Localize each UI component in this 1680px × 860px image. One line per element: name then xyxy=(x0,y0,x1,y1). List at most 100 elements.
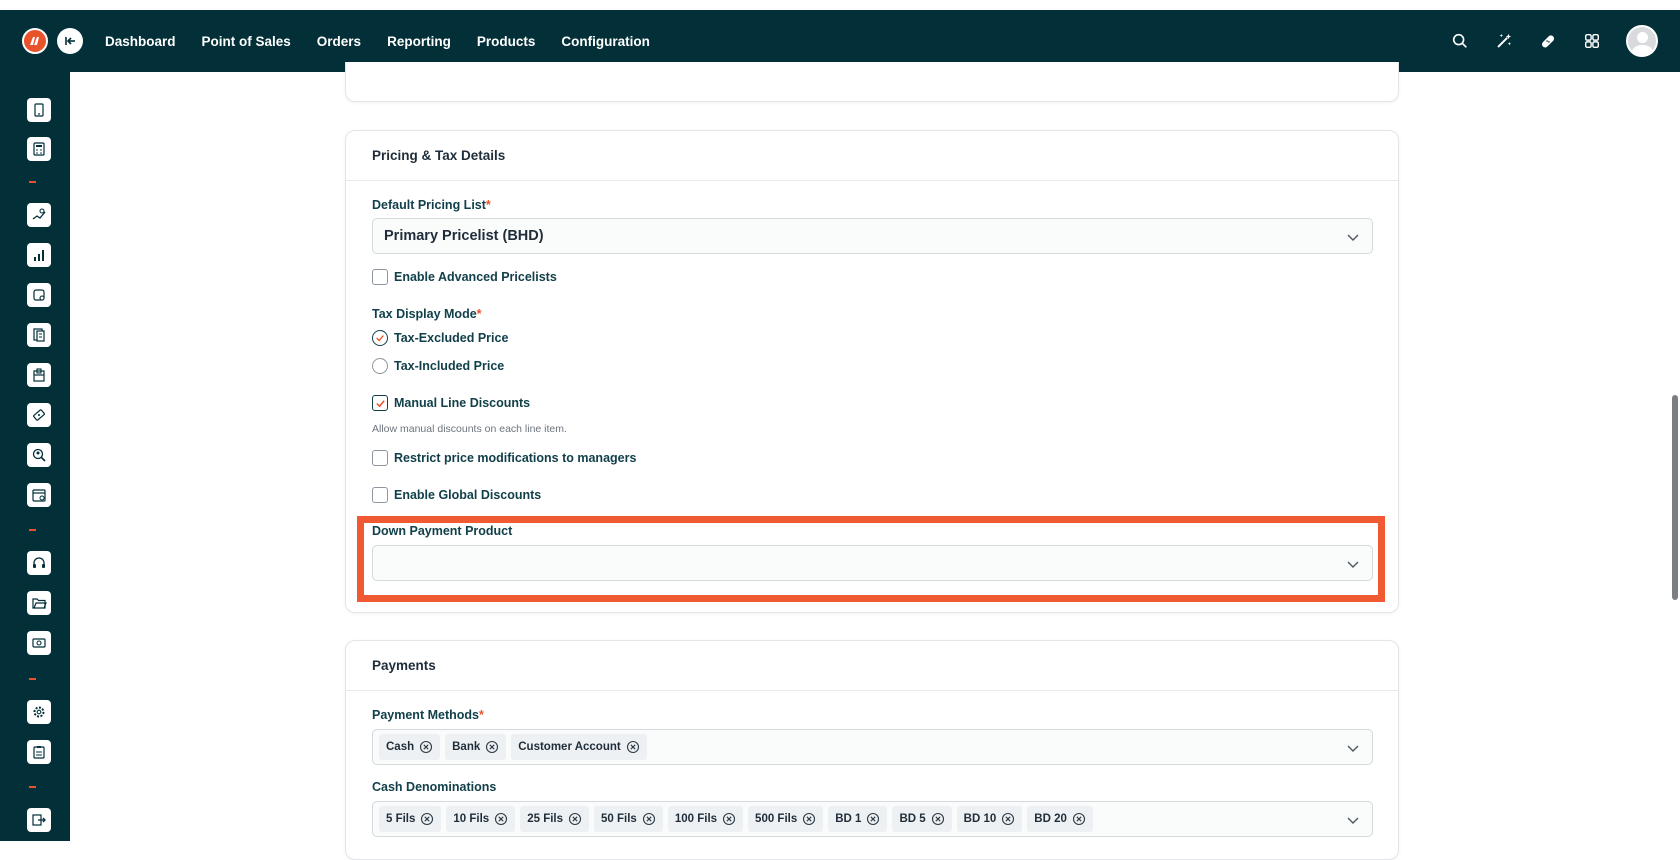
remove-tag-icon[interactable] xyxy=(485,740,499,754)
nav-dashboard[interactable]: Dashboard xyxy=(92,34,189,49)
user-avatar[interactable] xyxy=(1626,25,1658,57)
cash-denominations-select[interactable]: 5 Fils 10 Fils 25 Fils 50 Fils 100 Fils 500 F… xyxy=(372,801,1373,837)
remove-tag-icon[interactable] xyxy=(642,812,656,826)
restrict-price-checkbox[interactable]: Restrict price modifications to managers xyxy=(372,450,636,466)
magic-wand-icon[interactable] xyxy=(1494,31,1514,51)
tag-denomination: BD 20 xyxy=(1027,806,1093,832)
payments-title: Payments xyxy=(346,641,1398,691)
sidebar-clipboard-icon[interactable] xyxy=(27,740,51,764)
sidebar-support-icon[interactable] xyxy=(27,551,51,575)
bandage-icon[interactable] xyxy=(1538,31,1558,51)
denomination-tags: 5 Fils 10 Fils 25 Fils 50 Fils 100 Fils 500 F… xyxy=(379,806,1093,832)
nav-configuration[interactable]: Configuration xyxy=(548,34,662,49)
tax-excluded-radio[interactable]: Tax-Excluded Price xyxy=(372,330,508,346)
default-pricing-value: Primary Pricelist (BHD) xyxy=(384,228,544,244)
sidebar-customer-search-icon[interactable] xyxy=(27,443,51,467)
checkbox-box[interactable] xyxy=(372,487,388,503)
tag-denomination: 100 Fils xyxy=(667,806,744,832)
sidebar-folder-icon[interactable] xyxy=(27,591,51,615)
default-pricing-label: Default Pricing List* xyxy=(372,198,491,212)
sidebar-settings-icon[interactable] xyxy=(27,700,51,724)
sidebar-sales-icon[interactable] xyxy=(27,203,51,227)
apps-grid-icon[interactable] xyxy=(1582,31,1602,51)
page-scrollbar[interactable] xyxy=(1672,395,1678,600)
tag-denomination: 500 Fils xyxy=(748,806,824,832)
remove-tag-icon[interactable] xyxy=(802,812,816,826)
remove-tag-icon[interactable] xyxy=(420,812,434,826)
down-payment-label: Down Payment Product xyxy=(372,524,513,538)
remove-tag-icon[interactable] xyxy=(722,812,736,826)
payment-methods-select[interactable]: Cash Bank Customer Account xyxy=(372,729,1373,765)
tax-included-label: Tax-Included Price xyxy=(394,359,505,373)
tag-denomination: BD 1 xyxy=(828,806,888,832)
check-icon xyxy=(375,399,385,407)
sidebar-box-icon[interactable] xyxy=(27,363,51,387)
previous-section-card xyxy=(345,62,1399,102)
checkbox-checked[interactable] xyxy=(372,395,388,411)
tax-included-radio[interactable]: Tax-Included Price xyxy=(372,358,504,374)
sidebar-divider xyxy=(29,181,36,183)
app-logo-icon[interactable] xyxy=(22,28,48,54)
nav-reporting[interactable]: Reporting xyxy=(374,34,464,49)
radio-unchecked[interactable] xyxy=(372,358,388,374)
nav-orders[interactable]: Orders xyxy=(304,34,374,49)
sidebar-calendar-icon[interactable] xyxy=(27,483,51,507)
denomination-label: 500 Fils xyxy=(755,813,798,825)
cash-denominations-label: Cash Denominations xyxy=(372,780,497,794)
nav-point-of-sales[interactable]: Point of Sales xyxy=(189,34,304,49)
tag-denomination: 50 Fils xyxy=(594,806,663,832)
checkbox-box[interactable] xyxy=(372,450,388,466)
radio-checked[interactable] xyxy=(372,330,388,346)
tax-mode-label: Tax Display Mode* xyxy=(372,307,482,321)
denomination-label: BD 20 xyxy=(1034,813,1067,825)
pricing-tax-title: Pricing & Tax Details xyxy=(346,131,1398,181)
sidebar-logout-icon[interactable] xyxy=(27,808,51,832)
denomination-label: 50 Fils xyxy=(601,813,637,825)
left-sidebar xyxy=(0,72,70,841)
remove-tag-icon[interactable] xyxy=(494,812,508,826)
payments-card: Payments Payment Methods* Cash Bank Cust… xyxy=(345,640,1399,860)
global-discounts-checkbox[interactable]: Enable Global Discounts xyxy=(372,487,541,503)
sidebar-orders-icon[interactable] xyxy=(27,283,51,307)
sidebar-collapse-button[interactable] xyxy=(57,28,83,54)
sidebar-chart-icon[interactable] xyxy=(27,243,51,267)
top-band xyxy=(0,0,1680,10)
sidebar-divider xyxy=(29,786,36,788)
sidebar-tag-icon[interactable] xyxy=(27,403,51,427)
remove-tag-icon[interactable] xyxy=(568,812,582,826)
manual-discounts-help: Allow manual discounts on each line item… xyxy=(372,423,567,435)
chevron-down-icon xyxy=(1347,561,1359,568)
remove-tag-icon[interactable] xyxy=(866,812,880,826)
denomination-label: BD 1 xyxy=(835,813,862,825)
tag-denomination: BD 10 xyxy=(956,806,1023,832)
sidebar-cash-icon[interactable] xyxy=(27,631,51,655)
restrict-price-label: Restrict price modifications to managers xyxy=(394,451,637,465)
remove-tag-icon[interactable] xyxy=(626,740,640,754)
sidebar-divider xyxy=(29,678,36,680)
sidebar-tablet-icon[interactable] xyxy=(27,98,51,122)
down-payment-select[interactable] xyxy=(372,545,1373,581)
checkbox-box[interactable] xyxy=(372,269,388,285)
tag-denomination: 10 Fils xyxy=(446,806,516,832)
manual-discounts-checkbox[interactable]: Manual Line Discounts xyxy=(372,395,530,411)
advanced-pricelists-label: Enable Advanced Pricelists xyxy=(394,270,557,284)
search-icon[interactable] xyxy=(1450,31,1470,51)
nav-products[interactable]: Products xyxy=(464,34,549,49)
global-discounts-label: Enable Global Discounts xyxy=(394,488,542,502)
tag-cash: Cash xyxy=(379,734,441,760)
tag-bank: Bank xyxy=(445,734,507,760)
remove-tag-icon[interactable] xyxy=(931,812,945,826)
remove-tag-icon[interactable] xyxy=(1072,812,1086,826)
tax-excluded-label: Tax-Excluded Price xyxy=(394,331,509,345)
sidebar-documents-icon[interactable] xyxy=(27,323,51,347)
remove-tag-icon[interactable] xyxy=(419,740,433,754)
advanced-pricelists-checkbox[interactable]: Enable Advanced Pricelists xyxy=(372,269,557,285)
remove-tag-icon[interactable] xyxy=(1001,812,1015,826)
tag-denomination: 5 Fils xyxy=(379,806,442,832)
collapse-arrow-icon xyxy=(65,37,75,45)
sidebar-calculator-icon[interactable] xyxy=(27,137,51,161)
default-pricing-select[interactable]: Primary Pricelist (BHD) xyxy=(372,218,1373,254)
tag-customer-account: Customer Account xyxy=(511,734,647,760)
denomination-label: BD 5 xyxy=(899,813,926,825)
payment-methods-label: Payment Methods* xyxy=(372,708,484,722)
